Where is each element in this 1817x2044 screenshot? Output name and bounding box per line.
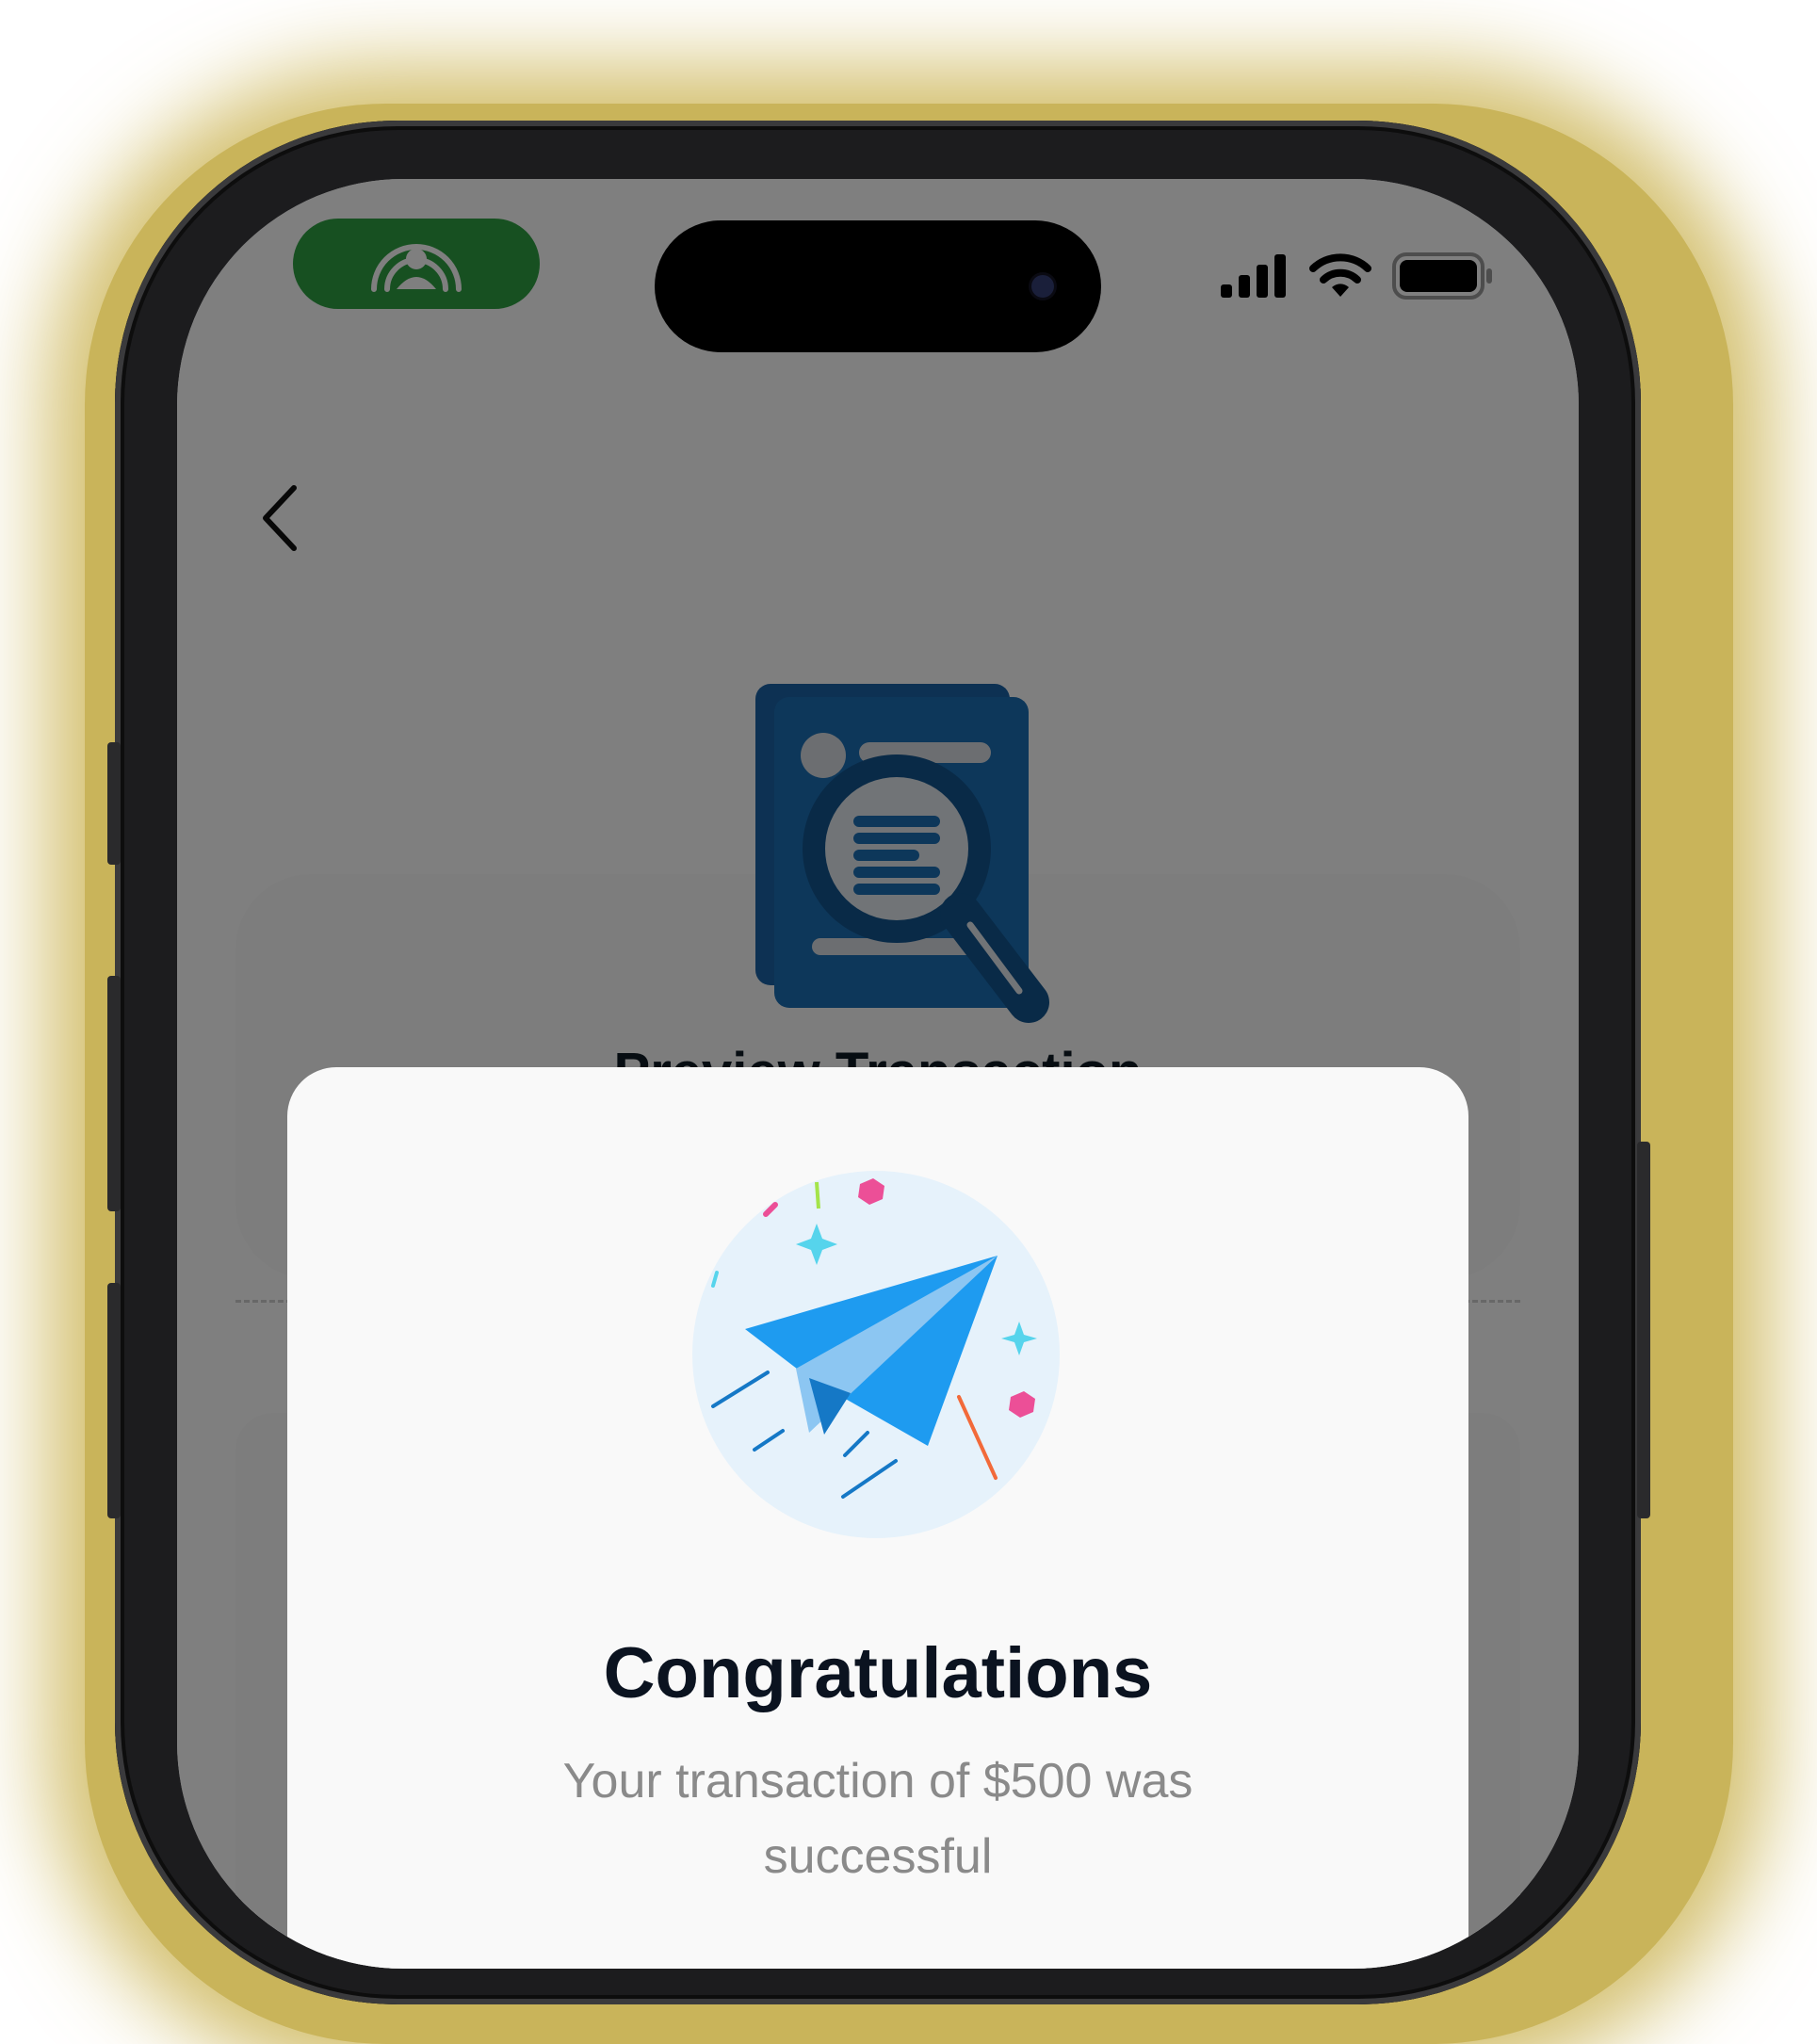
volume-up-button (107, 976, 121, 1211)
volume-down-button (107, 1283, 121, 1518)
phone-screen: Preview Transaction (177, 179, 1579, 1969)
paper-plane-icon (692, 1171, 1060, 1538)
dynamic-island (655, 220, 1101, 352)
success-message: Your transaction of $500 was successful (562, 1754, 1193, 1884)
power-button (1637, 1142, 1650, 1518)
action-button (107, 742, 121, 865)
congratulations-title: Congratulations (603, 1633, 1153, 1713)
front-camera (1031, 275, 1054, 298)
success-modal: Congratulations Your transaction of $500… (287, 1067, 1468, 1969)
success-illustration (692, 1171, 1060, 1538)
